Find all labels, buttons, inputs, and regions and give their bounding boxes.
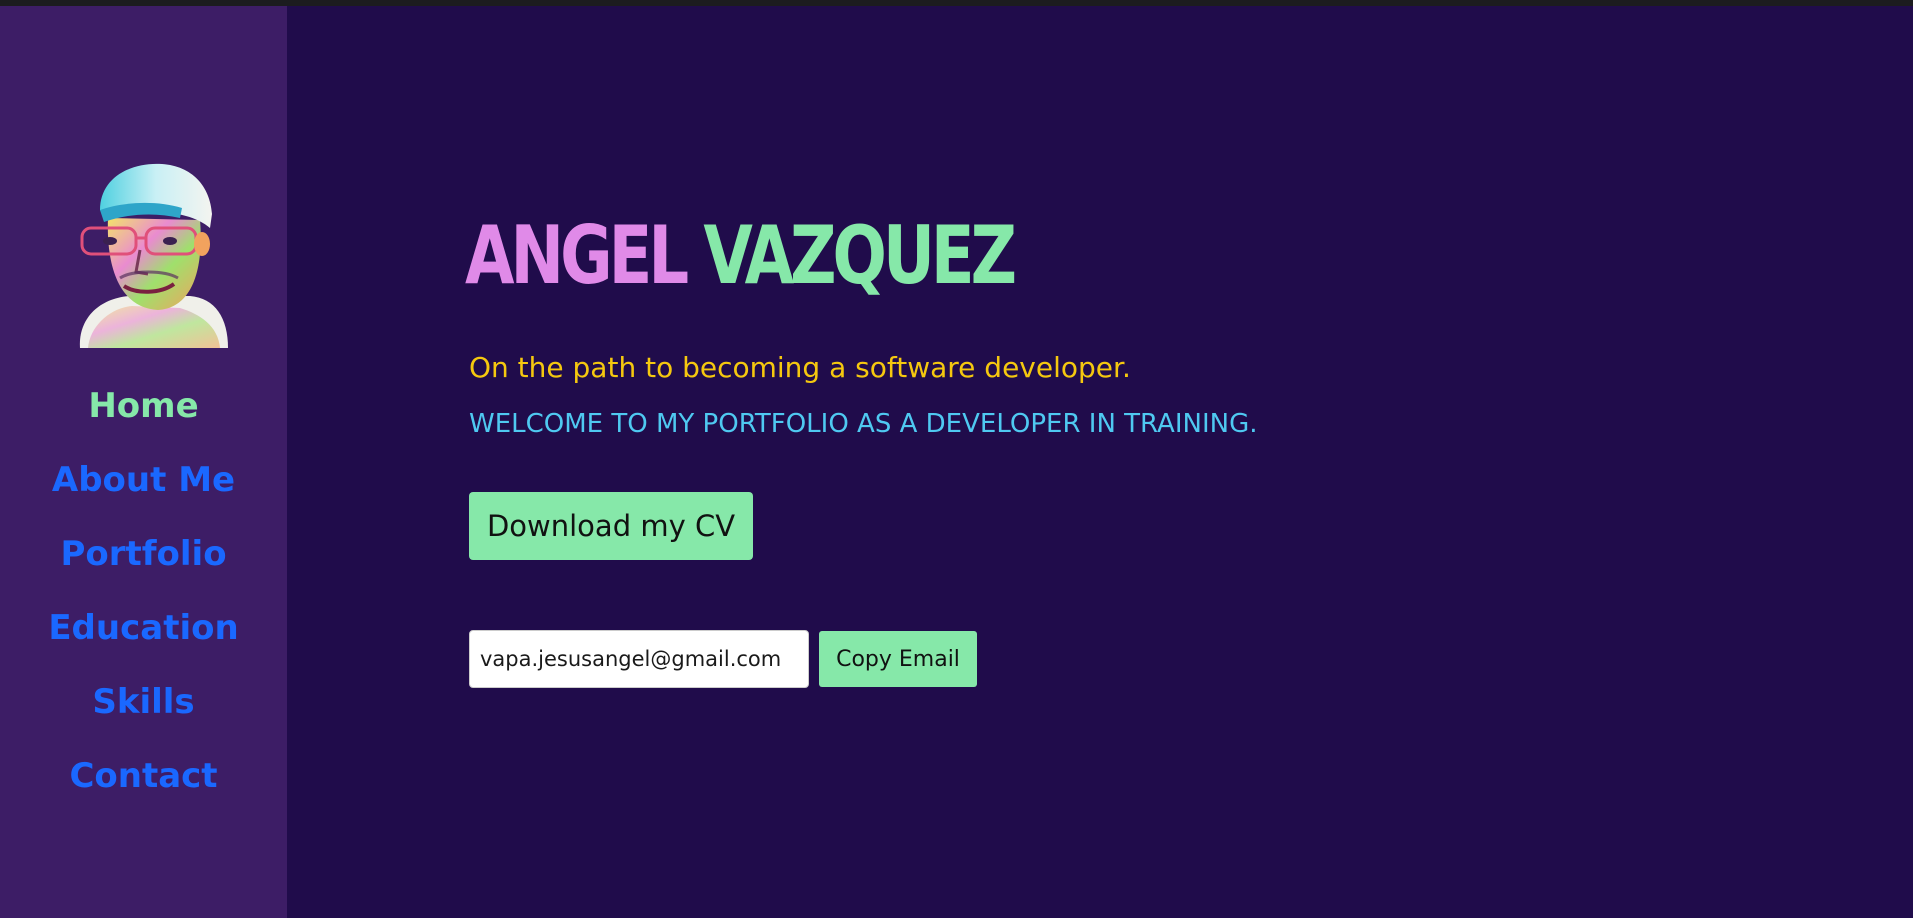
avatar <box>79 163 228 348</box>
nav-item-about-me: About Me <box>0 452 287 526</box>
main-nav: Home About Me Portfolio Education Skills… <box>0 378 287 822</box>
tagline: On the path to becoming a software devel… <box>469 351 1131 384</box>
sidebar: Home About Me Portfolio Education Skills… <box>0 6 287 918</box>
nav-item-skills: Skills <box>0 674 287 748</box>
page-title: ANGEL VAZQUEZ <box>465 206 1017 306</box>
main-content: ANGEL VAZQUEZ On the path to becoming a … <box>287 6 1913 918</box>
nav-item-home: Home <box>0 378 287 452</box>
title-last-name: VAZQUEZ <box>703 209 1017 302</box>
nav-link-contact[interactable]: Contact <box>69 748 217 804</box>
copy-email-button[interactable]: Copy Email <box>819 631 977 687</box>
email-field[interactable] <box>469 630 809 688</box>
title-first-name: ANGEL <box>465 209 689 302</box>
nav-item-contact: Contact <box>0 748 287 822</box>
welcome-text: WELCOME TO MY PORTFOLIO AS A DEVELOPER I… <box>469 409 1258 439</box>
nav-link-home[interactable]: Home <box>88 378 198 434</box>
nav-link-skills[interactable]: Skills <box>92 674 194 730</box>
nav-link-education[interactable]: Education <box>48 600 238 656</box>
download-cv-button[interactable]: Download my CV <box>469 492 753 560</box>
nav-item-education: Education <box>0 600 287 674</box>
nav-item-portfolio: Portfolio <box>0 526 287 600</box>
nav-link-portfolio[interactable]: Portfolio <box>60 526 226 582</box>
nav-link-about-me[interactable]: About Me <box>52 452 235 508</box>
